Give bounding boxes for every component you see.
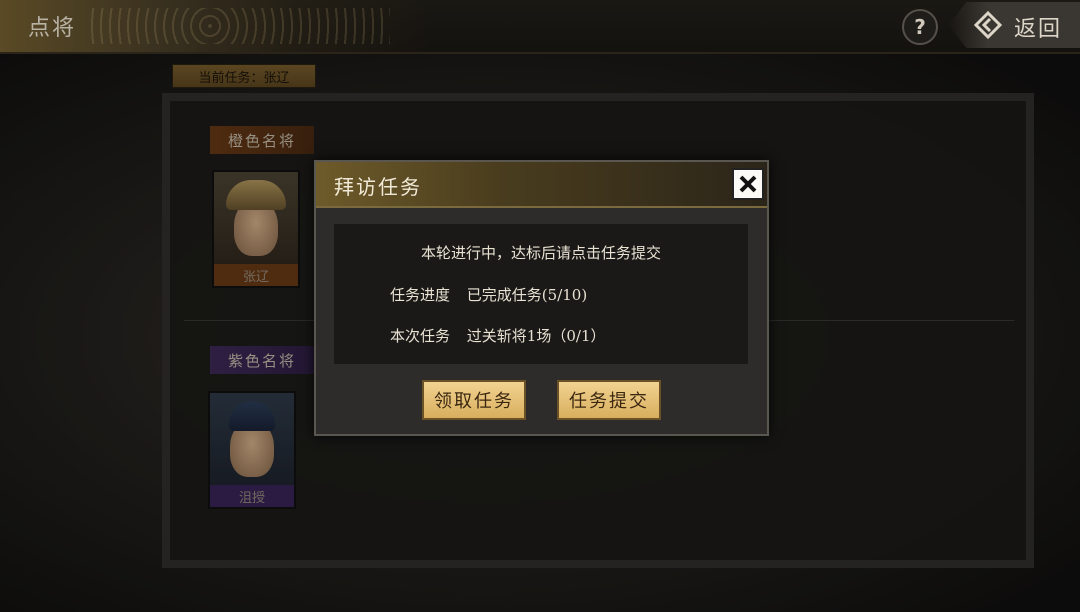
progress-value: 已完成任务(5/10) — [466, 286, 588, 304]
help-button[interactable]: ? — [902, 9, 938, 45]
current-task-value: 过关斩将1场（0/1） — [466, 327, 606, 345]
current-task-row-label: 本次任务 — [390, 327, 451, 345]
game-screen: 点将 ? 返回 当前任务：张辽 橙色名将 张辽 紫色名将 沮授 拜访任务 本轮进… — [0, 0, 1080, 612]
accept-task-button[interactable]: 领取任务 — [422, 380, 526, 420]
back-label: 返回 — [1014, 17, 1063, 42]
task-notice: 本轮进行中，达标后请点击任务提交 — [420, 244, 661, 262]
page-title: 点将 — [28, 16, 77, 41]
close-button[interactable] — [732, 168, 764, 200]
current-task-row: 本次任务 过关斩将1场（0/1） — [390, 325, 605, 346]
visit-task-dialog: 拜访任务 本轮进行中，达标后请点击任务提交 任务进度 已完成任务(5/10) 本… — [314, 160, 769, 436]
title-ornament — [90, 8, 390, 44]
top-bar: 点将 ? 返回 — [0, 0, 1080, 54]
accept-task-label: 领取任务 — [434, 391, 514, 412]
back-diamond-icon — [974, 11, 1002, 39]
back-button[interactable]: 返回 — [948, 2, 1080, 48]
submit-task-button[interactable]: 任务提交 — [557, 380, 661, 420]
dialog-title: 拜访任务 — [334, 175, 422, 199]
dialog-header: 拜访任务 — [316, 162, 767, 208]
submit-task-label: 任务提交 — [569, 391, 649, 412]
progress-label: 任务进度 — [390, 286, 451, 304]
close-icon — [739, 175, 757, 193]
dialog-body: 本轮进行中，达标后请点击任务提交 任务进度 已完成任务(5/10) 本次任务 过… — [334, 224, 748, 364]
progress-row: 任务进度 已完成任务(5/10) — [390, 284, 587, 305]
title-plate: 点将 — [0, 0, 430, 52]
question-icon: ? — [914, 15, 926, 39]
